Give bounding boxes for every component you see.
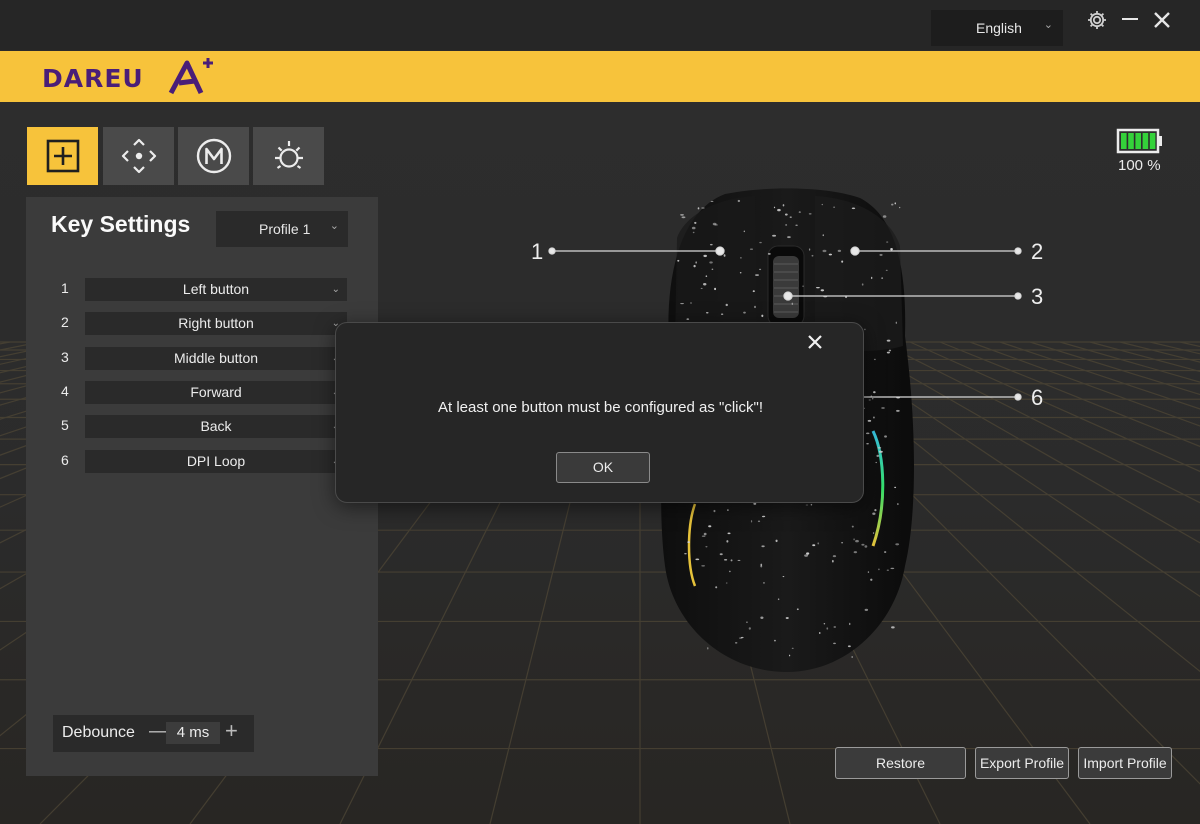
import-profile-button[interactable]: Import Profile [1078,747,1172,779]
restore-button[interactable]: Restore [835,747,966,779]
dialog-ok-button[interactable]: OK [556,452,650,483]
callout-number: 3 [1031,284,1044,309]
alert-dialog: At least one button must be configured a… [335,322,864,503]
callout-number: 2 [1031,239,1044,264]
callout-number: 6 [1031,385,1044,410]
export-profile-button[interactable]: Export Profile [975,747,1069,779]
dialog-message: At least one button must be configured a… [438,399,763,416]
dialog-close-icon[interactable] [805,332,825,352]
callout-number: 1 [531,239,544,264]
